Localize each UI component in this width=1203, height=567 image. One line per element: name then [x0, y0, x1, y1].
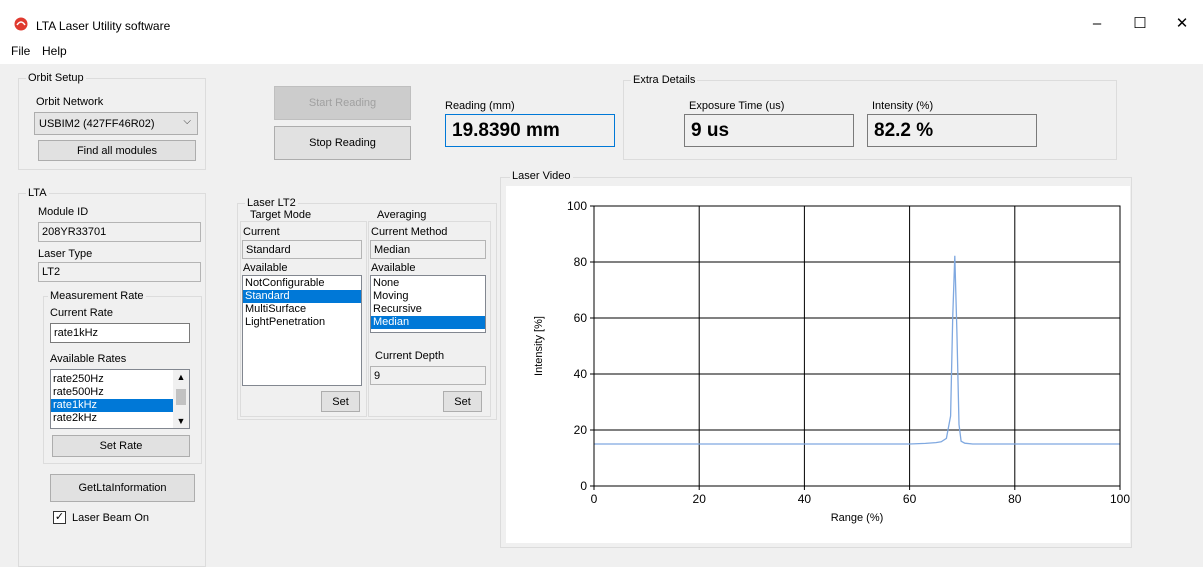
averaging-label: Averaging [375, 209, 429, 221]
intensity-label: Intensity (%) [872, 100, 934, 112]
start-reading-button[interactable]: Start Reading [274, 86, 411, 120]
stop-reading-button[interactable]: Stop Reading [274, 126, 411, 160]
x-tick-label: 60 [903, 492, 917, 506]
averaging-item[interactable]: None [371, 277, 485, 290]
chart-x-axis-label: Range (%) [831, 512, 884, 524]
menu-help[interactable]: Help [42, 44, 67, 58]
orbit-setup-label: Orbit Setup [26, 72, 86, 84]
y-tick-label: 60 [574, 311, 588, 325]
y-tick-label: 100 [567, 199, 587, 213]
exposure-time-label: Exposure Time (us) [689, 100, 785, 112]
close-button[interactable]: ✕ [1172, 14, 1192, 34]
target-mode-label: Target Mode [248, 209, 314, 221]
current-rate-label: Current Rate [50, 307, 113, 319]
laser-type-label: Laser Type [38, 248, 93, 260]
target-mode-current-label: Current [243, 226, 280, 238]
averaging-item[interactable]: Moving [371, 290, 485, 303]
averaging-item[interactable]: Median [371, 316, 485, 329]
get-lta-information-button[interactable]: GetLtaInformation [50, 474, 195, 502]
exposure-time-field: 9 us [684, 114, 854, 147]
menu-file[interactable]: File [11, 44, 30, 58]
module-id-field: 208YR33701 [38, 222, 201, 242]
measurement-rate-label: Measurement Rate [48, 290, 146, 302]
scroll-up-icon[interactable]: ▲ [173, 372, 189, 382]
window-title: LTA Laser Utility software [36, 19, 171, 33]
current-rate-field[interactable]: rate1kHz [50, 323, 190, 343]
target-mode-current-field: Standard [242, 240, 362, 259]
scroll-down-icon[interactable]: ▼ [173, 416, 189, 426]
intensity-chart: 0 20 40 60 80 100 0 20 40 60 80 100 Range (%) Inten… [533, 199, 1130, 524]
y-tick-label: 0 [580, 479, 587, 493]
maximize-button[interactable]: ☐ [1130, 14, 1150, 34]
y-tick-label: 40 [574, 367, 588, 381]
target-mode-available-label: Available [243, 262, 288, 274]
extra-details-label: Extra Details [631, 74, 698, 86]
target-mode-item[interactable]: MultiSurface [243, 303, 361, 316]
target-mode-item[interactable]: LightPenetration [243, 316, 361, 329]
menu-bar [0, 40, 1203, 64]
x-tick-label: 20 [693, 492, 707, 506]
rates-scrollbar[interactable]: ▲ ▼ [173, 370, 189, 428]
laser-lt2-label: Laser LT2 [245, 197, 298, 209]
laser-video-chart-panel: 0 20 40 60 80 100 0 20 40 60 80 100 Range (%) Inten… [506, 186, 1130, 543]
chevron-down-icon: ⌵ [183, 116, 191, 127]
orbit-network-label: Orbit Network [36, 96, 104, 108]
orbit-network-value: USBIM2 (427FF46R02) [39, 117, 155, 130]
y-tick-label: 20 [574, 423, 588, 437]
averaging-list[interactable]: None Moving Recursive Median [370, 275, 486, 333]
scroll-thumb[interactable] [176, 389, 186, 405]
laser-beam-checkbox[interactable]: ✓ [53, 511, 66, 524]
current-depth-label: Current Depth [375, 350, 445, 362]
target-mode-item[interactable]: Standard [243, 290, 361, 303]
averaging-set-button[interactable]: Set [443, 391, 482, 412]
reading-label: Reading (mm) [445, 100, 515, 112]
checkmark-icon: ✓ [54, 511, 65, 523]
current-method-label: Current Method [371, 226, 448, 238]
reading-value-field: 19.8390 mm [445, 114, 615, 147]
set-rate-button[interactable]: Set Rate [52, 435, 190, 457]
current-method-field: Median [370, 240, 486, 259]
app-logo-icon [14, 17, 28, 31]
rate-item-500hz[interactable]: rate500Hz [51, 386, 174, 399]
target-mode-item[interactable]: NotConfigurable [243, 277, 361, 290]
laser-type-field: LT2 [38, 262, 201, 282]
current-depth-field: 9 [370, 366, 486, 385]
averaging-item[interactable]: Recursive [371, 303, 485, 316]
rate-item-1khz[interactable]: rate1kHz [51, 399, 174, 412]
laser-beam-label: Laser Beam On [72, 512, 150, 524]
available-rates-label: Available Rates [50, 353, 127, 365]
x-tick-label: 40 [798, 492, 812, 506]
y-tick-label: 80 [574, 255, 588, 269]
chart-y-axis-label: Intensity [%] [533, 316, 545, 376]
available-rates-list[interactable]: rate250Hz rate500Hz rate1kHz rate2kHz ▲ … [50, 369, 190, 429]
x-tick-label: 100 [1110, 492, 1130, 506]
rate-item-250hz[interactable]: rate250Hz [51, 373, 174, 386]
intensity-series-line [594, 255, 1120, 445]
laser-video-label: Laser Video [510, 170, 573, 182]
minimize-button[interactable]: – [1087, 14, 1107, 34]
target-mode-set-button[interactable]: Set [321, 391, 360, 412]
averaging-available-label: Available [371, 262, 416, 274]
intensity-field: 82.2 % [867, 114, 1037, 147]
find-all-modules-button[interactable]: Find all modules [38, 140, 196, 161]
rate-item-2khz[interactable]: rate2kHz [51, 412, 174, 425]
module-id-label: Module ID [38, 206, 89, 218]
lta-group-label: LTA [26, 187, 49, 199]
x-tick-label: 0 [591, 492, 598, 506]
x-tick-label: 80 [1008, 492, 1022, 506]
orbit-network-dropdown[interactable]: USBIM2 (427FF46R02) ⌵ [34, 112, 198, 135]
target-mode-list[interactable]: NotConfigurable Standard MultiSurface Li… [242, 275, 362, 386]
title-bar [0, 0, 1203, 40]
